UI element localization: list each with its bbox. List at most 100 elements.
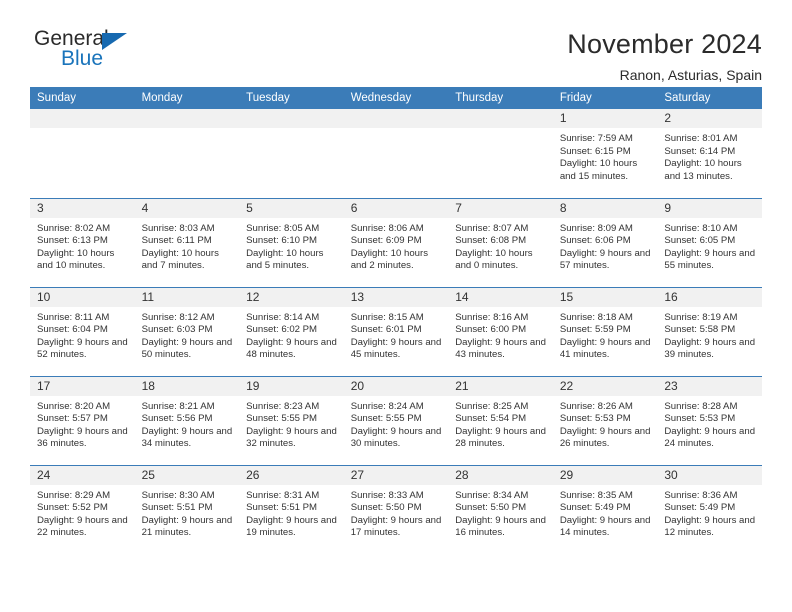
daylight-text: Daylight: 9 hours and 30 minutes.: [350, 425, 442, 450]
calendar-day-cell[interactable]: 19 Sunrise: 8:23 AM Sunset: 5:55 PM Dayligh…: [239, 375, 344, 465]
calendar-day-cell[interactable]: 14 Sunrise: 8:16 AM Sunset: 6:00 PM Dayligh…: [448, 286, 553, 376]
sunrise-text: Sunrise: 8:29 AM: [37, 489, 111, 501]
day-details: Sunrise: 8:21 AM Sunset: 5:56 PM Daylight:…: [135, 396, 240, 451]
sunrise-text: Sunrise: 8:23 AM: [246, 400, 320, 412]
calendar-container: Sunday Monday Tuesday Wednesday Thursday Frid…: [30, 87, 762, 554]
sunset-text: Sunset: 6:09 PM: [350, 235, 422, 247]
calendar-body: 1 Sunrise: 7:59 AM Sunset: 6:15 PM Daylight…: [30, 109, 762, 554]
calendar-day-cell[interactable]: 16 Sunrise: 8:19 AM Sunset: 5:58 PM Dayligh…: [657, 286, 762, 376]
calendar-day-cell[interactable]: 1 Sunrise: 7:59 AM Sunset: 6:15 PM Daylight…: [552, 109, 658, 198]
day-number: 11: [134, 287, 240, 307]
daylight-text: Daylight: 9 hours and 26 minutes.: [559, 425, 651, 450]
calendar-day-cell[interactable]: 10 Sunrise: 8:11 AM Sunset: 6:04 PM Dayligh…: [30, 286, 135, 376]
daylight-text: Daylight: 10 hours and 15 minutes.: [559, 158, 638, 182]
sunrise-text: Sunrise: 8:05 AM: [246, 222, 320, 234]
calendar-week-row: 24 Sunrise: 8:29 AM Sunset: 5:52 PM Dayligh…: [30, 464, 762, 554]
sunset-text: Sunset: 6:10 PM: [246, 235, 318, 247]
day-number: 7: [448, 198, 553, 218]
calendar-day-cell[interactable]: 24 Sunrise: 8:29 AM Sunset: 5:52 PM Dayligh…: [30, 464, 135, 554]
day-details: Sunrise: 8:35 AM Sunset: 5:49 PM Daylight:…: [553, 485, 658, 540]
day-number: 16: [657, 287, 762, 307]
day-number: 22: [552, 376, 658, 396]
calendar-day-cell[interactable]: 12 Sunrise: 8:14 AM Sunset: 6:02 PM Dayligh…: [239, 286, 344, 376]
day-number: 15: [552, 287, 658, 307]
sunset-text: Sunset: 5:51 PM: [141, 502, 213, 514]
sunset-text: Sunset: 6:11 PM: [141, 235, 212, 247]
daylight-text: Daylight: 9 hours and 14 minutes.: [559, 514, 651, 539]
sunset-text: Sunset: 5:49 PM: [664, 502, 736, 514]
calendar-day-cell[interactable]: 17 Sunrise: 8:20 AM Sunset: 5:57 PM Dayligh…: [30, 375, 135, 465]
sunset-text: Sunset: 6:05 PM: [664, 235, 736, 247]
calendar-day-cell[interactable]: 27 Sunrise: 8:33 AM Sunset: 5:50 PM Dayligh…: [343, 464, 449, 554]
sunset-text: Sunset: 6:15 PM: [559, 145, 631, 157]
sunrise-text: Sunrise: 8:31 AM: [246, 489, 320, 501]
calendar-week-row: 1 Sunrise: 7:59 AM Sunset: 6:15 PM Daylight…: [30, 109, 762, 198]
sunrise-text: Sunrise: 7:59 AM: [559, 133, 633, 144]
calendar-day-cell[interactable]: 4 Sunrise: 8:03 AM Sunset: 6:11 PM Daylight…: [134, 197, 240, 287]
day-number: 26: [239, 465, 344, 485]
day-details: Sunrise: 8:23 AM Sunset: 5:55 PM Daylight:…: [239, 396, 344, 451]
column-header-sunday: Sunday: [30, 87, 135, 109]
sunrise-text: Sunrise: 8:36 AM: [664, 489, 738, 501]
calendar-day-cell[interactable]: 15 Sunrise: 8:18 AM Sunset: 5:59 PM Dayligh…: [552, 286, 658, 376]
brand-logo[interactable]: General Blue: [30, 28, 160, 76]
calendar-day-cell[interactable]: 2 Sunrise: 8:01 AM Sunset: 6:14 PM Daylight…: [657, 109, 762, 198]
calendar-day-cell[interactable]: 5 Sunrise: 8:05 AM Sunset: 6:10 PM Daylight…: [239, 197, 344, 287]
calendar-cell-empty: [343, 109, 449, 198]
calendar-day-cell[interactable]: 26 Sunrise: 8:31 AM Sunset: 5:51 PM Dayligh…: [239, 464, 344, 554]
day-number: [343, 109, 449, 128]
daylight-text: Daylight: 10 hours and 10 minutes.: [37, 247, 115, 272]
day-number: 8: [552, 198, 658, 218]
day-details: Sunrise: 8:30 AM Sunset: 5:51 PM Daylight:…: [135, 485, 240, 540]
sunrise-text: Sunrise: 8:14 AM: [246, 311, 320, 323]
calendar-day-cell[interactable]: 28 Sunrise: 8:34 AM Sunset: 5:50 PM Dayligh…: [448, 464, 553, 554]
calendar-day-cell[interactable]: 30 Sunrise: 8:36 AM Sunset: 5:49 PM Dayligh…: [657, 464, 762, 554]
calendar-day-cell[interactable]: 23 Sunrise: 8:28 AM Sunset: 5:53 PM Dayligh…: [657, 375, 762, 465]
sunrise-text: Sunrise: 8:09 AM: [559, 222, 633, 234]
daylight-text: Daylight: 9 hours and 45 minutes.: [350, 336, 442, 361]
day-number: 13: [343, 287, 449, 307]
day-number: 17: [30, 376, 135, 396]
day-details: Sunrise: 8:24 AM Sunset: 5:55 PM Daylight:…: [344, 396, 449, 451]
day-details: Sunrise: 8:18 AM Sunset: 5:59 PM Daylight:…: [553, 307, 658, 362]
day-details: Sunrise: 8:09 AM Sunset: 6:06 PM Daylight:…: [553, 218, 658, 273]
sunrise-text: Sunrise: 8:35 AM: [559, 489, 633, 501]
calendar-day-cell[interactable]: 13 Sunrise: 8:15 AM Sunset: 6:01 PM Dayligh…: [343, 286, 449, 376]
sunset-text: Sunset: 5:57 PM: [37, 413, 108, 425]
day-number: 3: [30, 198, 135, 218]
day-number: 28: [448, 465, 553, 485]
day-details: Sunrise: 8:29 AM Sunset: 5:52 PM Daylight:…: [30, 485, 135, 540]
calendar-day-cell[interactable]: 3 Sunrise: 8:02 AM Sunset: 6:13 PM Daylight…: [30, 197, 135, 287]
sunset-text: Sunset: 5:58 PM: [664, 324, 736, 336]
calendar-table: Sunday Monday Tuesday Wednesday Thursday Frid…: [30, 87, 762, 554]
page-header: General Blue November 2024 Ranon, Asturi…: [0, 0, 792, 84]
calendar-day-cell[interactable]: 11 Sunrise: 8:12 AM Sunset: 6:03 PM Dayligh…: [134, 286, 240, 376]
sunset-text: Sunset: 5:55 PM: [246, 413, 318, 425]
sunrise-text: Sunrise: 8:06 AM: [350, 222, 424, 234]
daylight-text: Daylight: 9 hours and 57 minutes.: [559, 247, 651, 272]
calendar-day-cell[interactable]: 6 Sunrise: 8:06 AM Sunset: 6:09 PM Daylight…: [343, 197, 449, 287]
column-header-friday: Friday: [552, 87, 658, 109]
day-details: Sunrise: 8:20 AM Sunset: 5:57 PM Daylight:…: [30, 396, 135, 451]
column-header-tuesday: Tuesday: [239, 87, 344, 109]
daylight-text: Daylight: 9 hours and 50 minutes.: [141, 336, 233, 361]
calendar-day-cell[interactable]: 7 Sunrise: 8:07 AM Sunset: 6:08 PM Daylight…: [448, 197, 553, 287]
sunrise-text: Sunrise: 8:15 AM: [350, 311, 424, 323]
calendar-day-cell[interactable]: 25 Sunrise: 8:30 AM Sunset: 5:51 PM Dayligh…: [134, 464, 240, 554]
day-number: 18: [134, 376, 240, 396]
sunrise-text: Sunrise: 8:18 AM: [559, 311, 633, 323]
calendar-day-cell[interactable]: 20 Sunrise: 8:24 AM Sunset: 5:55 PM Dayligh…: [343, 375, 449, 465]
day-number: 23: [657, 376, 762, 396]
calendar-day-cell[interactable]: 21 Sunrise: 8:25 AM Sunset: 5:54 PM Dayligh…: [448, 375, 553, 465]
calendar-day-cell[interactable]: 18 Sunrise: 8:21 AM Sunset: 5:56 PM Dayligh…: [134, 375, 240, 465]
calendar-day-cell[interactable]: 29 Sunrise: 8:35 AM Sunset: 5:49 PM Dayligh…: [552, 464, 658, 554]
day-number: 12: [239, 287, 344, 307]
calendar-day-cell[interactable]: 8 Sunrise: 8:09 AM Sunset: 6:06 PM Daylight…: [552, 197, 658, 287]
daylight-text: Daylight: 9 hours and 39 minutes.: [664, 336, 756, 361]
calendar-day-cell[interactable]: 9 Sunrise: 8:10 AM Sunset: 6:05 PM Daylight…: [657, 197, 762, 287]
day-details: Sunrise: 8:26 AM Sunset: 5:53 PM Daylight:…: [553, 396, 658, 451]
sunrise-text: Sunrise: 8:02 AM: [37, 222, 111, 234]
calendar-cell-empty: [239, 109, 344, 198]
day-number: [448, 109, 553, 128]
calendar-day-cell[interactable]: 22 Sunrise: 8:26 AM Sunset: 5:53 PM Dayligh…: [552, 375, 658, 465]
